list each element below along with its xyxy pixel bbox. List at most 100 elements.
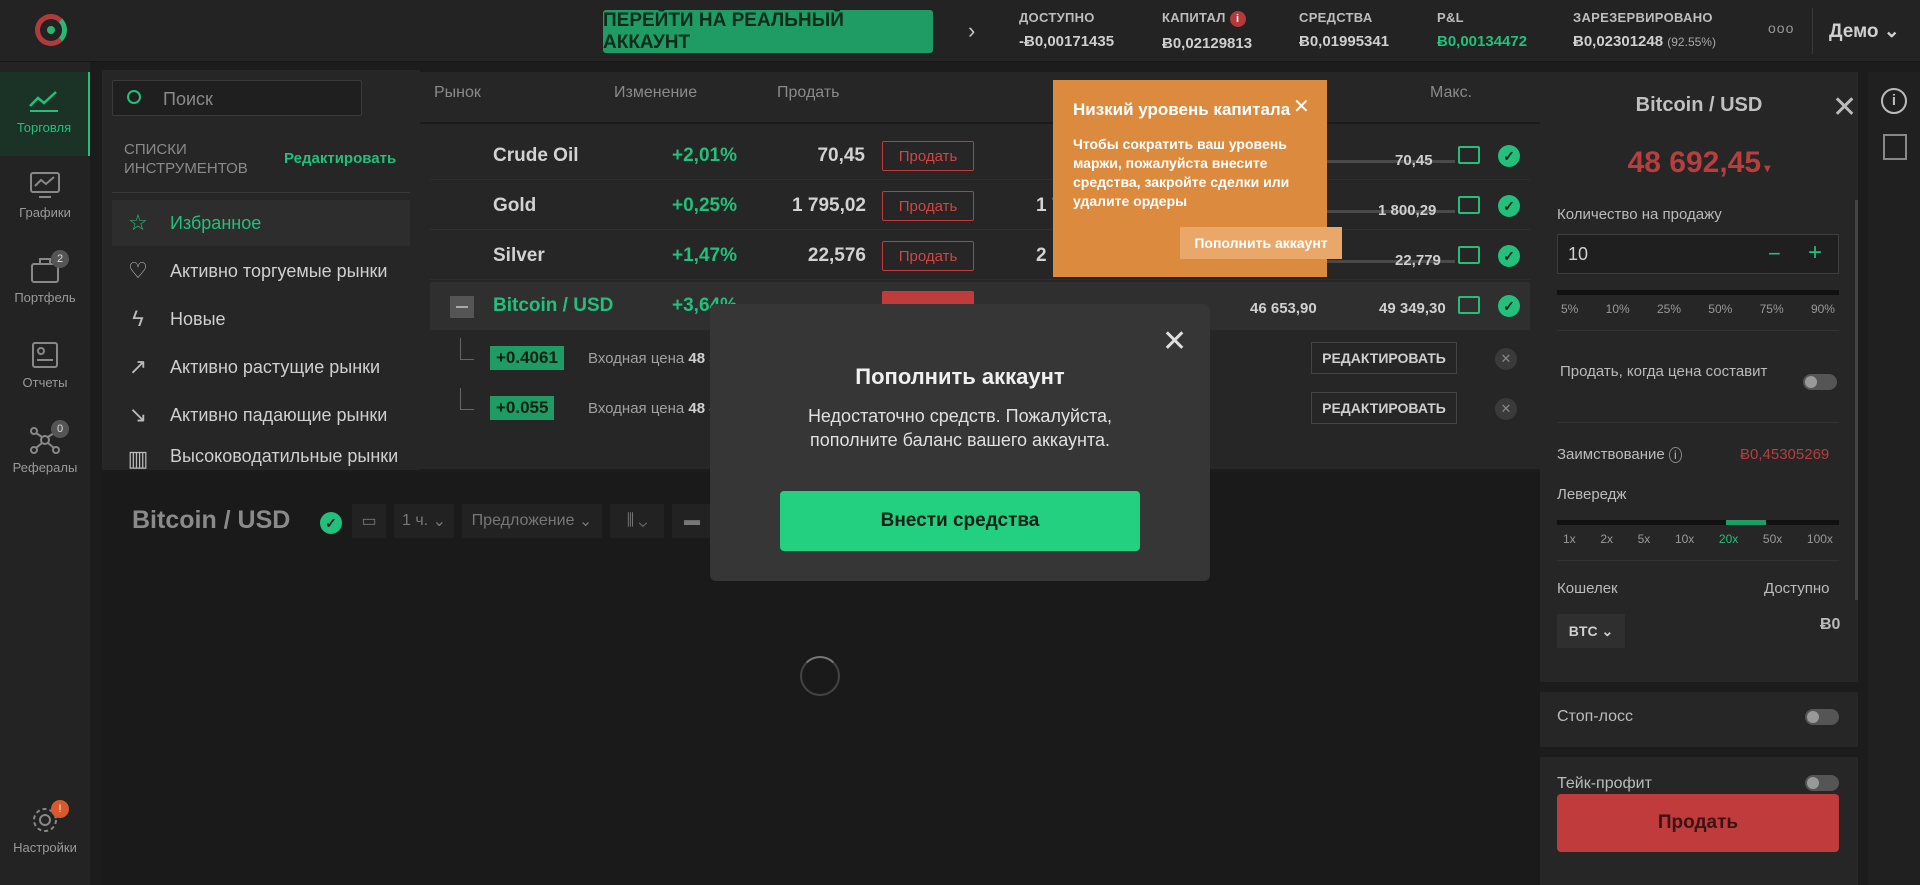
switch-to-real-account-button[interactable]: ПЕРЕЙТИ НА РЕАЛЬНЫЙ АККАУНТ [603,10,933,53]
cube-icon[interactable] [1883,134,1907,160]
chart-title: Bitcoin / USD [132,506,291,534]
leverage-active-segment [1726,520,1766,525]
close-position-icon[interactable]: ✕ [1495,398,1517,420]
col-max[interactable]: Макс. [1430,84,1472,102]
plus-icon[interactable]: + [1808,239,1822,267]
close-icon[interactable]: ✕ [1293,94,1310,119]
account-mode-dropdown[interactable]: Демо ⌄ [1829,20,1900,43]
close-icon[interactable]: ✕ [1162,324,1187,359]
price-type-label: Предложение [471,512,575,529]
table-row[interactable]: Silver +1,47% 22,576 Продать 2 22,779 ✓ [430,232,1530,280]
percent-option[interactable]: 5% [1561,302,1578,316]
leverage-option[interactable]: 10x [1675,532,1694,546]
market-table-header: Рынок Изменение Продать Макс. [420,72,1540,122]
market-name: Gold [493,195,537,216]
percent-option[interactable]: 10% [1606,302,1630,316]
trend-up-icon: ↗ [128,354,148,379]
check-icon[interactable]: ✓ [320,512,342,534]
sell-button[interactable]: Продать [882,141,974,171]
check-icon[interactable]: ✓ [1498,295,1520,317]
info-icon[interactable]: i [1229,10,1246,27]
list-item-new[interactable]: ϟ Новые [112,296,410,342]
nav-reports[interactable]: Отчеты [0,327,90,411]
nav-settings[interactable]: ! Настройки [0,792,90,876]
check-icon[interactable]: ✓ [1498,245,1520,267]
top-up-account-button[interactable]: Пополнить аккаунт [1180,227,1342,259]
leverage-option[interactable]: 1x [1563,532,1576,546]
list-item-favorites[interactable]: ☆ Избранное [112,200,410,246]
borrow-label: Заимствование i [1557,446,1682,463]
chart-icon[interactable] [1458,246,1480,264]
more-icon[interactable]: ooo [1768,20,1794,36]
candles-icon[interactable]: ⫼ ⌄ [610,504,664,538]
percent-option[interactable]: 90% [1811,302,1835,316]
sell-button[interactable]: Продать [882,191,974,221]
edit-lists-link[interactable]: Редактировать [284,150,396,167]
chevron-down-icon: ⌄ [1601,622,1614,639]
list-item-falling[interactable]: ↘ Активно падающие рынки [112,392,410,438]
percent-option[interactable]: 25% [1657,302,1681,316]
list-item-active-traded[interactable]: ♡ Активно торгуемые рынки [112,248,410,294]
minus-icon[interactable]: − [1768,241,1781,267]
stat-capital: КАПИТАЛ i Ƀ0,02129813 [1162,10,1252,52]
leverage-option[interactable]: 2x [1600,532,1613,546]
info-icon[interactable]: i [1881,88,1907,114]
col-market[interactable]: Рынок [434,84,481,102]
qty-label: Количество на продажу [1557,206,1722,223]
percent-option[interactable]: 50% [1708,302,1732,316]
quantity-stepper[interactable]: 10 − + [1557,234,1839,274]
edit-position-button[interactable]: РЕДАКТИРОВАТЬ [1311,342,1457,374]
star-icon: ☆ [128,210,148,235]
chart-icon[interactable] [1458,146,1480,164]
deposit-funds-button[interactable]: Внести средства [780,491,1140,551]
leverage-option-selected[interactable]: 20x [1719,532,1738,546]
percent-slider[interactable] [1557,290,1839,295]
nav-portfolio[interactable]: 2 Портфель [0,242,90,326]
stat-available: ДОСТУПНО -Ƀ0,00171435 [1019,10,1114,50]
edit-position-button[interactable]: РЕДАКТИРОВАТЬ [1311,392,1457,424]
sell-price: 1 795,02 [792,195,866,216]
stat-value: Ƀ0,01995341 [1299,33,1390,50]
close-position-icon[interactable]: ✕ [1495,348,1517,370]
stop-loss-toggle[interactable] [1805,709,1839,725]
nav-referrals[interactable]: 0 Рефералы [0,412,90,496]
table-row[interactable]: Crude Oil +2,01% 70,45 Продать 70,45 ✓ [430,132,1530,180]
chevron-right-icon[interactable]: › [968,18,975,44]
scrollbar[interactable] [1855,200,1858,600]
close-icon[interactable]: ✕ [1832,90,1857,125]
collapse-icon[interactable] [450,296,474,318]
chart-icon[interactable] [1458,296,1480,314]
wallet-dropdown[interactable]: BTC ⌄ [1557,614,1625,648]
sell-button[interactable]: Продать [882,241,974,271]
leverage-option[interactable]: 5x [1638,532,1651,546]
list-item-volatile[interactable]: ▥ Высоководатильные рынки [112,440,410,470]
app-logo[interactable] [35,14,67,46]
col-sell[interactable]: Продать [777,84,840,102]
leverage-slider[interactable] [1557,520,1839,525]
leverage-option[interactable]: 100x [1807,532,1833,546]
list-item-rising[interactable]: ↗ Активно растущие рынки [112,344,410,390]
col-change[interactable]: Изменение [614,84,697,102]
order-price: 48 692,45 ▾ [1540,146,1858,180]
info-icon[interactable]: i [1668,447,1682,463]
check-icon[interactable]: ✓ [1498,195,1520,217]
badge: 2 [51,250,69,268]
search-input[interactable]: Поиск [112,80,362,116]
chart-icon[interactable] [1458,196,1480,214]
nav-trading[interactable]: Торговля [0,72,90,156]
sell-when-toggle[interactable] [1803,374,1837,390]
list-item-label: Избранное [170,212,262,233]
price-type-dropdown[interactable]: Предложение ⌄ [462,504,602,538]
timeframe-dropdown[interactable]: 1 ч. ⌄ [394,504,454,538]
nav-charts[interactable]: Графики [0,157,90,241]
check-icon[interactable]: ✓ [1498,145,1520,167]
take-profit-toggle[interactable] [1805,775,1839,791]
percent-option[interactable]: 75% [1760,302,1784,316]
sell-submit-button[interactable]: Продать [1557,794,1839,852]
indicators-icon[interactable]: ▬ [672,504,712,538]
table-row[interactable]: Gold +0,25% 1 795,02 Продать 1 7 1 800,2… [430,182,1530,230]
stat-value: Ƀ0,02129813 [1162,34,1253,52]
monitor-icon[interactable]: ▭ [352,504,386,538]
leverage-option[interactable]: 50x [1763,532,1782,546]
account-mode-label: Демо [1829,21,1879,42]
